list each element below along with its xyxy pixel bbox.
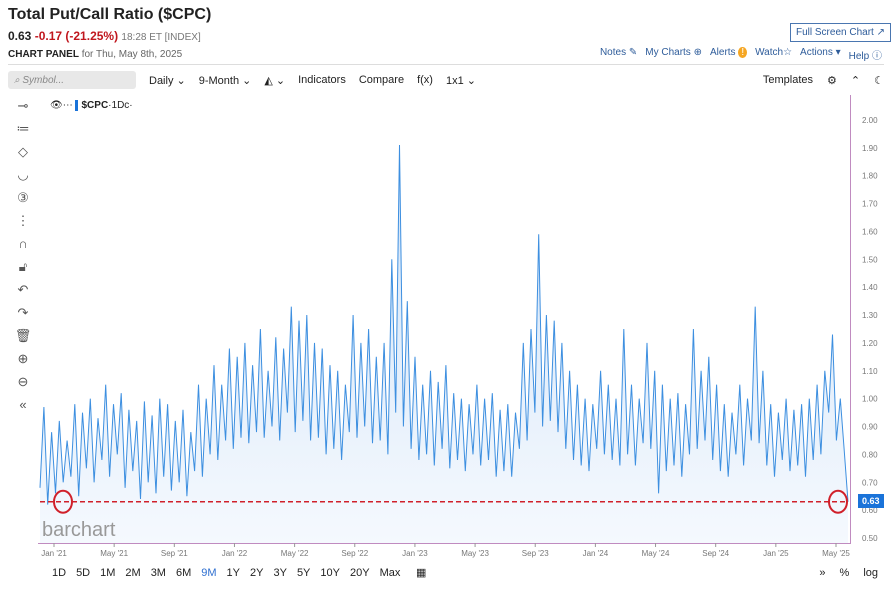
x-tick-label: May '24 <box>642 549 670 558</box>
range-5d[interactable]: 5D <box>76 567 90 579</box>
range-10y[interactable]: 10Y <box>320 567 340 579</box>
range-1m[interactable]: 1M <box>100 567 115 579</box>
x-tick-label: May '23 <box>461 549 489 558</box>
range-2m[interactable]: 2M <box>125 567 140 579</box>
last-price-tag: 0.63 <box>858 494 884 508</box>
y-tick-label: 1.70 <box>862 200 878 209</box>
x-tick-label: May '22 <box>281 549 309 558</box>
range-max[interactable]: Max <box>380 567 401 579</box>
calendar-icon[interactable]: ▦ <box>416 566 426 579</box>
range-3y[interactable]: 3Y <box>273 567 286 579</box>
x-tick-label: Sep '21 <box>161 549 188 558</box>
range-1d[interactable]: 1D <box>52 567 66 579</box>
y-tick-label: 0.70 <box>862 478 878 487</box>
legend-symbol: $CPC <box>75 100 109 111</box>
y-tick-label: 1.30 <box>862 311 878 320</box>
x-tick-label: May '21 <box>100 549 128 558</box>
range-3m[interactable]: 3M <box>151 567 166 579</box>
y-tick-label: 2.00 <box>862 116 878 125</box>
x-tick-label: Sep '24 <box>702 549 729 558</box>
range-1y[interactable]: 1Y <box>227 567 240 579</box>
y-tick-label: 1.90 <box>862 144 878 153</box>
x-tick-label: Jan '22 <box>222 549 248 558</box>
log-toggle[interactable]: log <box>863 567 878 579</box>
y-tick-label: 0.50 <box>862 534 878 543</box>
range-6m[interactable]: 6M <box>176 567 191 579</box>
y-tick-label: 1.00 <box>862 395 878 404</box>
range-9m[interactable]: 9M <box>201 567 216 579</box>
range-selector: 1D 5D 1M 2M 3M 6M 9M 1Y 2Y 3Y 5Y 10Y 20Y Max <box>52 567 400 579</box>
y-tick-label: 0.90 <box>862 423 878 432</box>
x-tick-label: May '25 <box>822 549 850 558</box>
range-2y[interactable]: 2Y <box>250 567 263 579</box>
price-chart: 2.00 1.90 1.80 1.70 1.60 1.50 1.40 1.30 1.20 1.10… <box>39 116 878 558</box>
x-tick-label: Jan '23 <box>402 549 428 558</box>
chart-legend: 👁︎⋯ $CPC·1Dc· <box>50 100 133 111</box>
y-tick-label: 1.20 <box>862 339 878 348</box>
x-tick-label: Jan '24 <box>583 549 609 558</box>
y-tick-label: 1.10 <box>862 367 878 376</box>
percent-toggle[interactable]: % <box>840 567 850 579</box>
eye-icon[interactable]: 👁︎⋯ <box>50 100 73 111</box>
scale-options: »% log <box>819 567 878 579</box>
barchart-logo: barchart <box>42 519 116 541</box>
y-tick-label: 1.60 <box>862 227 878 236</box>
expand-icon[interactable]: » <box>819 567 825 579</box>
range-20y[interactable]: 20Y <box>350 567 370 579</box>
y-tick-label: 1.40 <box>862 283 878 292</box>
x-tick-label: Sep '22 <box>341 549 368 558</box>
y-tick-label: 1.80 <box>862 172 878 181</box>
y-tick-label: 1.50 <box>862 255 878 264</box>
range-5y[interactable]: 5Y <box>297 567 310 579</box>
x-tick-label: Sep '23 <box>522 549 549 558</box>
area-fill <box>40 145 848 543</box>
x-tick-label: Jan '25 <box>763 549 789 558</box>
legend-interval: ·1Dc· <box>108 100 133 111</box>
y-tick-label: 0.80 <box>862 450 878 459</box>
x-tick-label: Jan '21 <box>41 549 67 558</box>
